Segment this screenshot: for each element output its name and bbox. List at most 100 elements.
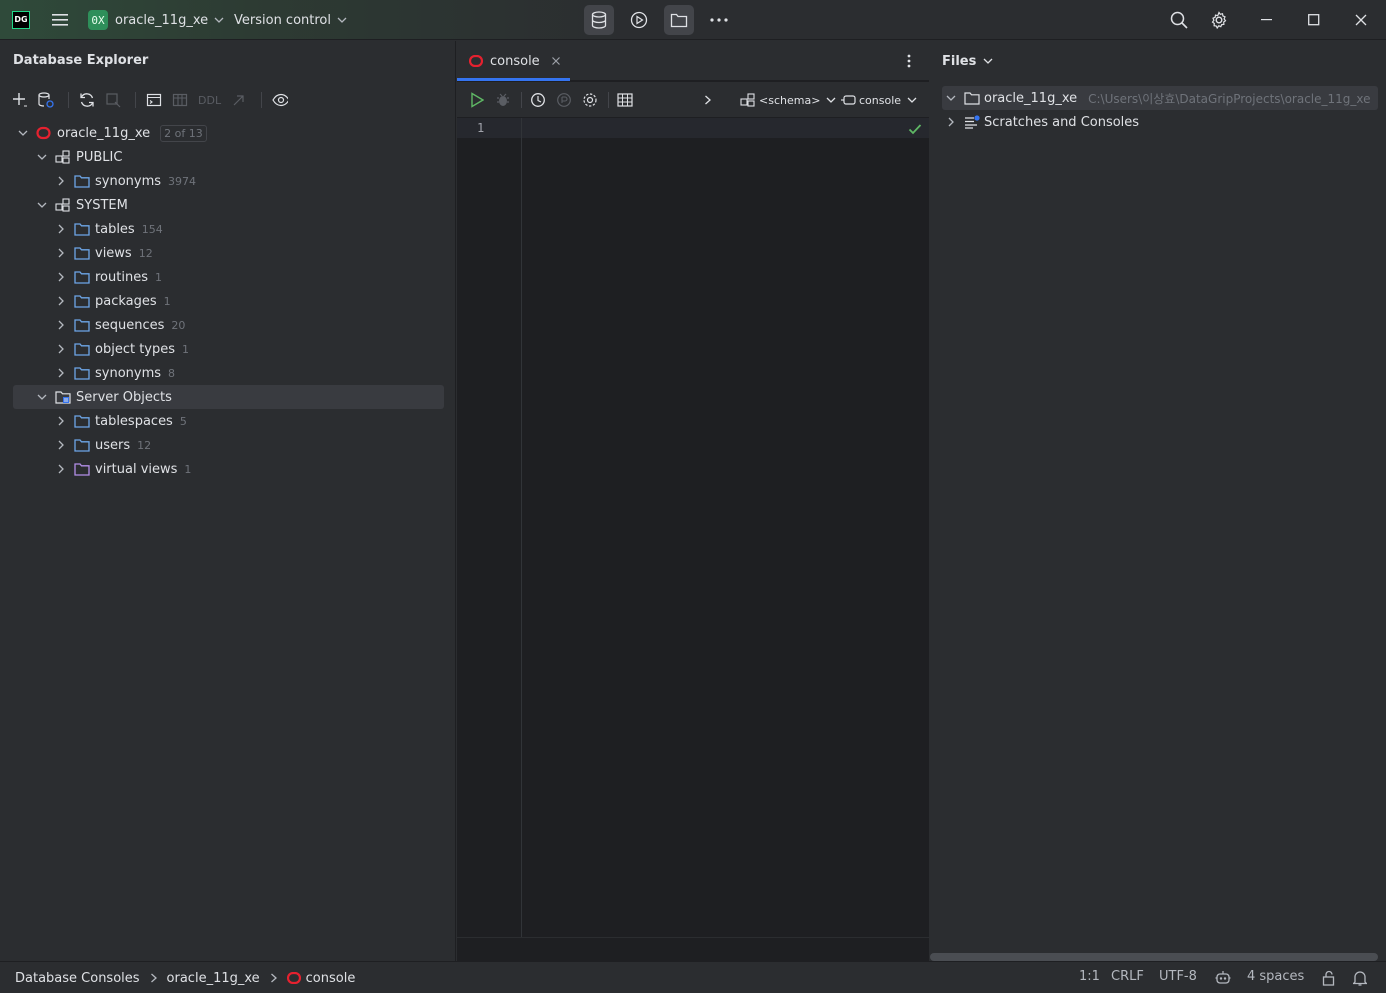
refresh-icon[interactable] <box>79 92 95 108</box>
readonly-lock-icon[interactable] <box>1320 969 1338 987</box>
tab-console[interactable]: console <box>469 53 561 69</box>
schema-selector[interactable]: <schema> <box>740 91 836 109</box>
tree-node[interactable]: oracle_11g_xe 2 of 13 <box>13 121 444 145</box>
tree-node[interactable]: tablespaces 5 <box>13 409 444 433</box>
tree-node-label: SYSTEM <box>76 197 128 213</box>
main-menu-icon[interactable] <box>50 10 70 30</box>
tree-node[interactable]: tables 154 <box>13 217 444 241</box>
table-editor-icon <box>172 92 188 108</box>
more-icon[interactable] <box>704 5 734 35</box>
chevron-right-icon <box>270 973 277 983</box>
caret-position[interactable]: 1:1 <box>1079 969 1100 984</box>
files-tree-node[interactable]: oracle_11g_xe C:\Users\이상효\DataGripProjec… <box>942 86 1378 110</box>
tree-node[interactable]: PUBLIC <box>13 145 444 169</box>
database-tool-icon[interactable] <box>584 5 614 35</box>
chevron-right-icon[interactable] <box>54 320 68 330</box>
jump-to-console-icon[interactable] <box>146 92 162 108</box>
code-editor[interactable] <box>522 118 929 938</box>
view-options-eye-icon[interactable] <box>272 92 289 108</box>
tree-node-label: routines <box>95 269 148 285</box>
indent-setting[interactable]: 4 spaces <box>1247 969 1304 984</box>
tree-node[interactable]: views 12 <box>13 241 444 265</box>
console-settings-gear-icon[interactable] <box>582 92 598 108</box>
schema-label: <schema> <box>759 93 821 107</box>
files-node-label: oracle_11g_xe <box>984 90 1078 106</box>
chevron-right-icon[interactable] <box>704 95 712 105</box>
line-separator[interactable]: CRLF <box>1111 969 1144 984</box>
data-source-properties-icon[interactable] <box>38 92 54 108</box>
session-label: console <box>859 93 902 107</box>
chevron-right-icon[interactable] <box>54 368 68 378</box>
folder-icon <box>74 294 90 308</box>
editor-bottom <box>457 937 929 961</box>
breadcrumb-item[interactable]: console <box>306 971 356 986</box>
tree-node-count: 3974 <box>168 174 197 188</box>
status-bar: Database Consoles oracle_11g_xe console … <box>0 961 1386 993</box>
tree-node-count: 2 of 13 <box>160 124 207 142</box>
chevron-down-icon[interactable] <box>35 392 49 402</box>
tree-node[interactable]: object types 1 <box>13 337 444 361</box>
settings-gear-icon[interactable] <box>1207 8 1231 32</box>
files-view-selector[interactable]: Files <box>942 53 993 69</box>
file-encoding[interactable]: UTF-8 <box>1159 969 1197 984</box>
breadcrumb-item[interactable]: Database Consoles <box>15 971 140 986</box>
tree-node[interactable]: synonyms 3974 <box>13 169 444 193</box>
tree-node-count: 1 <box>154 270 162 284</box>
tree-node[interactable]: synonyms 8 <box>13 361 444 385</box>
tree-node[interactable]: SYSTEM <box>13 193 444 217</box>
chevron-right-icon[interactable] <box>54 464 68 474</box>
close-tab-icon[interactable] <box>551 56 561 66</box>
chevron-right-icon[interactable] <box>54 416 68 426</box>
files-node-label: Scratches and Consoles <box>984 114 1140 130</box>
tree-node-label: tables <box>95 221 135 237</box>
breadcrumb: Database Consoles oracle_11g_xe console <box>15 969 355 987</box>
search-icon[interactable] <box>1167 8 1191 32</box>
project-files-icon[interactable] <box>664 5 694 35</box>
services-icon[interactable] <box>624 5 654 35</box>
run-icon[interactable] <box>469 92 485 108</box>
add-icon[interactable] <box>12 92 28 108</box>
debug-bug-icon <box>495 92 511 108</box>
session-selector[interactable]: console <box>841 91 917 109</box>
chevron-down-icon[interactable] <box>944 93 958 103</box>
chevron-right-icon[interactable] <box>54 176 68 186</box>
folder-icon <box>74 318 90 332</box>
files-panel: Files oracle_11g_xe C:\Users\이상효\DataGrip… <box>930 41 1386 961</box>
folder-icon <box>74 414 90 428</box>
output-table-icon[interactable] <box>617 92 633 108</box>
tree-node[interactable]: packages 1 <box>13 289 444 313</box>
tab-options-icon[interactable] <box>901 53 917 69</box>
chevron-down-icon[interactable] <box>35 200 49 210</box>
chevron-right-icon[interactable] <box>54 224 68 234</box>
tree-node[interactable]: Server Objects <box>13 385 444 409</box>
tree-node-count: 8 <box>168 366 176 380</box>
app-logo-icon[interactable]: DG <box>12 11 30 29</box>
history-clock-icon[interactable] <box>530 92 546 108</box>
tree-node[interactable]: sequences 20 <box>13 313 444 337</box>
chevron-right-icon[interactable] <box>944 117 958 127</box>
close-window-icon[interactable] <box>1349 8 1373 32</box>
tree-node[interactable]: routines 1 <box>13 265 444 289</box>
chevron-down-icon[interactable] <box>35 152 49 162</box>
chevron-right-icon[interactable] <box>54 440 68 450</box>
maximize-icon[interactable] <box>1302 8 1326 32</box>
chevron-down-icon[interactable] <box>16 128 30 138</box>
transaction-mode-icon <box>556 92 572 108</box>
folder-icon <box>74 222 90 236</box>
notifications-bell-icon[interactable] <box>1351 969 1369 987</box>
ai-assistant-icon[interactable] <box>1214 969 1232 987</box>
tree-node[interactable]: virtual views 1 <box>13 457 444 481</box>
minimize-icon[interactable] <box>1255 8 1279 32</box>
project-selector[interactable]: 0X oracle_11g_xe <box>88 9 224 31</box>
files-tree-node[interactable]: Scratches and Consoles <box>942 110 1378 134</box>
chevron-down-icon <box>826 97 836 103</box>
chevron-right-icon[interactable] <box>54 248 68 258</box>
chevron-right-icon[interactable] <box>54 272 68 282</box>
disconnect-icon <box>105 92 121 108</box>
chevron-right-icon[interactable] <box>54 296 68 306</box>
horizontal-scrollbar[interactable] <box>930 953 1378 961</box>
version-control-menu[interactable]: Version control <box>234 9 347 31</box>
breadcrumb-item[interactable]: oracle_11g_xe <box>167 971 260 986</box>
tree-node[interactable]: users 12 <box>13 433 444 457</box>
chevron-right-icon[interactable] <box>54 344 68 354</box>
